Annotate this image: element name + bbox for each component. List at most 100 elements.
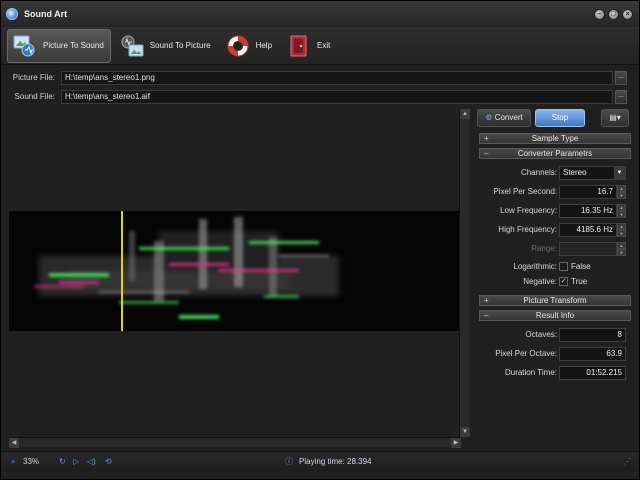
help-label: Help [255, 41, 273, 50]
high-frequency-input[interactable]: 4185.6 Hz [559, 223, 617, 237]
logarithmic-checkbox[interactable] [559, 262, 568, 271]
view-options-icon: ▤▾ [609, 113, 621, 122]
sound-to-picture-button[interactable]: Sound To Picture [115, 29, 217, 63]
negative-row: Negative: ✓ True [479, 275, 631, 290]
ppo-label: Pixel Per Octave: [495, 349, 557, 358]
minimize-icon[interactable]: – [594, 9, 605, 20]
duration-label: Duration Time: [504, 368, 557, 377]
range-label: Range: [531, 244, 557, 253]
duration-value: 01:52.215 [559, 366, 626, 380]
picture-canvas[interactable] [9, 109, 461, 437]
result-info-title: Result Info [535, 311, 575, 320]
picture-browse-button[interactable]: ... [615, 70, 627, 85]
collapse-icon: – [484, 149, 489, 158]
playhead-marker[interactable] [121, 211, 123, 331]
scroll-right-icon[interactable]: ▶ [451, 438, 461, 448]
low-frequency-stepper[interactable]: ▲ ▼ [617, 204, 626, 218]
sample-type-section[interactable]: + Sample Type [479, 133, 631, 144]
octaves-value: 8 [559, 328, 626, 342]
main-toolbar: Picture To Sound Sound To Picture Help E… [1, 27, 639, 65]
repeat-icon[interactable]: ⟲ [105, 457, 114, 466]
sound-file-field[interactable]: H:\temp\ans_stereo1.aif [61, 89, 613, 104]
expand-icon: + [484, 296, 489, 305]
octaves-row: Octaves: 8 [479, 328, 631, 343]
logarithmic-label: Logarithmic: [513, 262, 557, 271]
octaves-label: Octaves: [525, 330, 557, 339]
horizontal-scrollbar[interactable]: ◀ ▶ [9, 437, 461, 448]
convert-button[interactable]: ⚙ Convert [477, 109, 531, 127]
stop-button[interactable]: Stop [535, 109, 585, 127]
volume-icon[interactable]: ◁) [87, 457, 96, 466]
picture-file-row: Picture File: H:\temp\ans_stereo1.png ..… [1, 69, 639, 86]
zoom-icon[interactable]: ⌕ [11, 457, 20, 466]
high-frequency-stepper[interactable]: ▲ ▼ [617, 223, 626, 237]
channels-row: Channels: Stereo ▼ [479, 166, 631, 181]
gear-icon: ⚙ [485, 113, 495, 122]
sound-to-picture-label: Sound To Picture [149, 41, 211, 50]
scroll-up-icon[interactable]: ▲ [460, 109, 470, 119]
range-stepper: ▲ ▼ [617, 242, 626, 256]
spectrogram-image [9, 211, 459, 331]
resize-grip-icon[interactable]: ⋰ [623, 457, 632, 466]
range-row: Range: ▲ ▼ [479, 242, 631, 257]
duration-row: Duration Time: 01:52.215 [479, 366, 631, 381]
exit-door-icon [286, 33, 312, 59]
lifebuoy-icon [225, 33, 251, 59]
maximize-icon[interactable]: □ [608, 9, 619, 20]
play-icon[interactable]: ▷ [73, 457, 82, 466]
app-logo-icon [6, 8, 18, 20]
stop-label: Stop [551, 113, 569, 122]
pps-row: Pixel Per Second: 16.7 ▲ ▼ [479, 185, 631, 200]
low-frequency-input[interactable]: 16.35 Hz [559, 204, 617, 218]
sound-browse-button[interactable]: ... [615, 89, 627, 104]
sample-type-title: Sample Type [531, 134, 579, 143]
negative-checkbox[interactable]: ✓ [559, 277, 568, 286]
close-icon[interactable]: × [622, 9, 633, 20]
exit-label: Exit [317, 41, 331, 50]
picture-file-label: Picture File: [12, 73, 55, 82]
window-title: Sound Art [24, 9, 68, 19]
low-frequency-label: Low Frequency: [500, 206, 557, 215]
title-bar[interactable]: Sound Art – □ × [1, 1, 639, 27]
range-input [559, 242, 617, 256]
result-info-section[interactable]: – Result Info [479, 310, 631, 321]
channels-select[interactable]: Stereo ▼ [559, 166, 626, 180]
picture-transform-title: Picture Transform [523, 296, 587, 305]
expand-icon: + [484, 134, 489, 143]
picture-transform-section[interactable]: + Picture Transform [479, 295, 631, 306]
exit-button[interactable]: Exit [282, 29, 336, 63]
pps-label: Pixel Per Second: [493, 187, 557, 196]
ppo-row: Pixel Per Octave: 63.9 [479, 347, 631, 362]
high-frequency-label: High Frequency: [498, 225, 557, 234]
collapse-icon: – [484, 311, 489, 320]
loop-icon[interactable]: ↻ [59, 457, 68, 466]
settings-panel: ⚙ Convert Stop ▤▾ + Sample Type – Conver… [475, 105, 633, 451]
pps-stepper[interactable]: ▲ ▼ [617, 185, 626, 199]
sound-to-picture-icon [119, 33, 145, 59]
window-controls: – □ × [594, 9, 633, 20]
negative-value: True [571, 277, 588, 286]
picture-to-sound-button[interactable]: Picture To Sound [7, 28, 111, 63]
action-buttons: ⚙ Convert Stop ▤▾ [475, 109, 633, 127]
converter-title: Converter Parametrs [517, 149, 593, 158]
converter-section[interactable]: – Converter Parametrs [479, 148, 631, 159]
help-button[interactable]: Help [221, 29, 278, 63]
zoom-level: 33% [23, 457, 40, 466]
channels-value: Stereo [563, 168, 587, 177]
channels-label: Channels: [520, 168, 557, 177]
sound-file-row: Sound File: H:\temp\ans_stereo1.aif ... [1, 88, 639, 105]
logarithmic-row: Logarithmic: False [479, 260, 631, 275]
chevron-down-icon: ▼ [614, 167, 625, 179]
view-options-button[interactable]: ▤▾ [601, 109, 629, 127]
scroll-down-icon[interactable]: ▼ [460, 427, 470, 437]
high-frequency-row: High Frequency: 4185.6 Hz ▲ ▼ [479, 223, 631, 238]
negative-label: Negative: [523, 277, 557, 286]
scroll-left-icon[interactable]: ◀ [9, 438, 19, 448]
ppo-value: 63.9 [559, 347, 626, 361]
logarithmic-value: False [571, 262, 591, 271]
picture-file-field[interactable]: H:\temp\ans_stereo1.png [61, 70, 613, 85]
pps-input[interactable]: 16.7 [559, 185, 617, 199]
picture-to-sound-icon [12, 33, 38, 59]
convert-label: Convert [494, 113, 523, 122]
vertical-scrollbar[interactable]: ▲ ▼ [459, 109, 470, 437]
